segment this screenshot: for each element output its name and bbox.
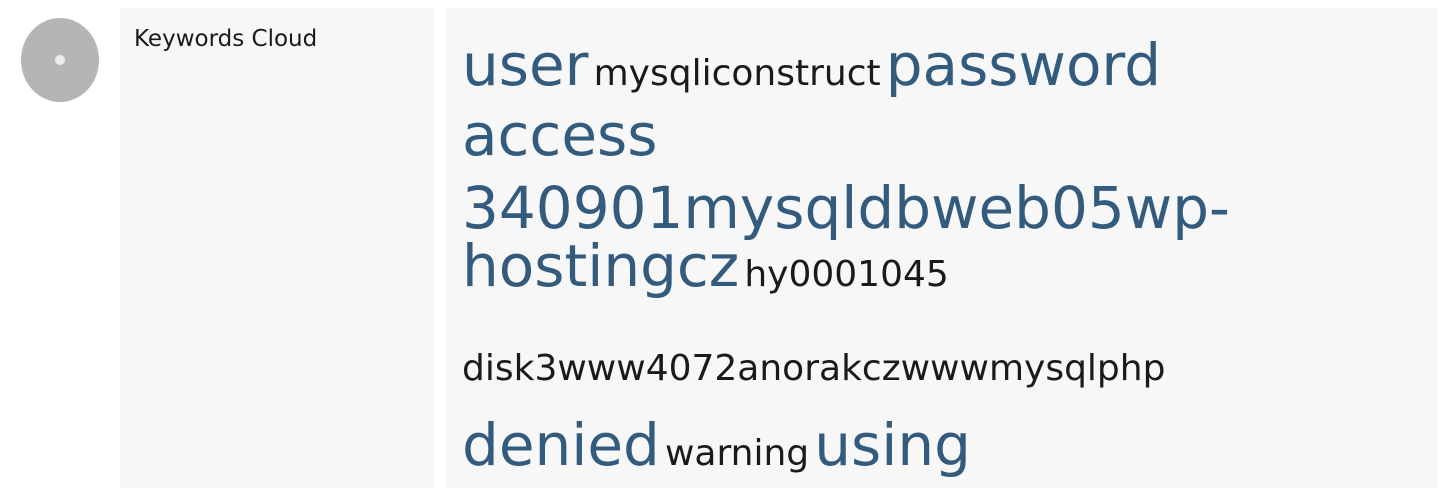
keyword-user[interactable]: user — [462, 36, 589, 94]
section-label: Keywords Cloud — [134, 26, 318, 52]
disc-icon — [21, 18, 99, 102]
keywords-cloud-cell: user mysqliconstruct password access 340… — [446, 8, 1437, 488]
keywords-cloud-row: Keywords Cloud user mysqliconstruct pass… — [0, 0, 1445, 488]
cloud-line-3: 340901mysqldbweb05wp-hostingcz hy0001045 — [462, 179, 1422, 295]
cloud-line-6: denied warning using — [462, 416, 971, 474]
keyword-denied[interactable]: denied — [462, 416, 660, 474]
icon-cell — [0, 0, 120, 488]
disc-center-dot — [55, 55, 65, 65]
column-gap — [434, 0, 446, 488]
keyword-access[interactable]: access — [462, 106, 657, 164]
cloud-line-2: access — [462, 106, 657, 164]
keyword-disk3www4072anorakczwwwmysqlphp[interactable]: disk3www4072anorakczwwwmysqlphp — [462, 351, 1165, 387]
label-cell: Keywords Cloud — [120, 8, 434, 488]
keyword-hy0001045[interactable]: hy0001045 — [744, 257, 948, 293]
keyword-using[interactable]: using — [814, 416, 971, 474]
keyword-password[interactable]: password — [886, 36, 1161, 94]
keyword-warning[interactable]: warning — [665, 436, 809, 472]
keyword-mysqliconstruct[interactable]: mysqliconstruct — [594, 56, 881, 92]
cloud-line-1: user mysqliconstruct password — [462, 36, 1161, 104]
cloud-line-5: disk3www4072anorakczwwwmysqlphp — [462, 351, 1165, 387]
